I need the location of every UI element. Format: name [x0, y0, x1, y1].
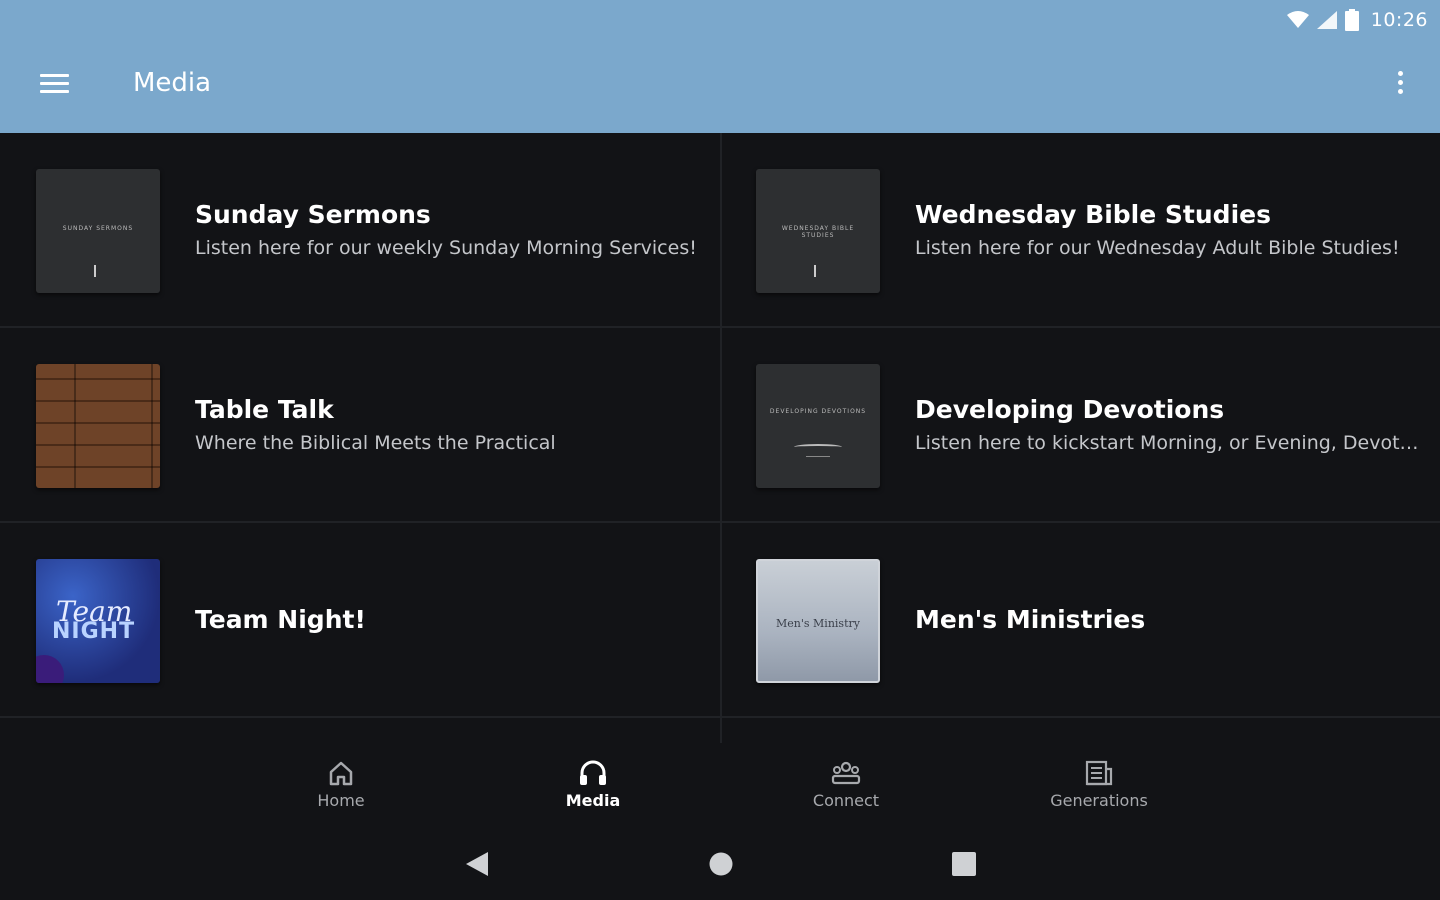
- thumbnail-text: WEDNESDAY BIBLE STUDIES: [781, 225, 855, 239]
- newspaper-icon: [1085, 760, 1113, 786]
- media-item-title: Wednesday Bible Studies: [915, 200, 1271, 229]
- thumbnail-text: DEVELOPING DEVOTIONS: [769, 408, 867, 415]
- media-grid: SUNDAY SERMONS Sunday Sermons Listen her…: [0, 133, 1440, 743]
- tab-media[interactable]: Media: [513, 757, 673, 821]
- signal-icon: [1316, 11, 1337, 29]
- media-thumbnail: DEVELOPING DEVOTIONS: [756, 364, 880, 488]
- page-title: Media: [133, 68, 212, 98]
- system-navigation-bar: [0, 825, 1440, 900]
- media-item-subtitle: Listen here to kickstart Morning, or Eve…: [915, 432, 1420, 454]
- media-item-title: Sunday Sermons: [195, 200, 431, 229]
- tab-label: Generations: [1050, 791, 1148, 810]
- thumbnail-dash: [806, 456, 830, 457]
- more-vert-icon[interactable]: [1390, 66, 1410, 102]
- media-item-wednesday-bible-studies[interactable]: WEDNESDAY BIBLE STUDIES Wednesday Bible …: [720, 133, 1440, 328]
- media-item-subtitle: Listen here for our Wednesday Adult Bibl…: [915, 237, 1400, 259]
- tab-label: Home: [317, 791, 365, 810]
- media-thumbnail: SUNDAY SERMONS: [36, 169, 160, 293]
- thumbnail-text: Men's Ministry: [776, 617, 860, 630]
- home-icon: [329, 761, 353, 786]
- home-circle-icon[interactable]: [708, 851, 734, 877]
- media-item-title: Table Talk: [195, 395, 334, 424]
- back-icon[interactable]: [464, 851, 490, 877]
- thumbnail-mark: [94, 265, 98, 277]
- media-item-developing-devotions[interactable]: DEVELOPING DEVOTIONS Developing Devotion…: [720, 328, 1440, 523]
- media-item-subtitle: Listen here for our weekly Sunday Mornin…: [195, 237, 697, 259]
- bottom-navigation: Home Media Connect Generations: [0, 743, 1440, 825]
- hamburger-menu-icon[interactable]: [30, 66, 78, 106]
- tab-home[interactable]: Home: [261, 757, 421, 821]
- media-item-mens-ministries[interactable]: Men's Ministry Men's Ministries: [720, 523, 1440, 718]
- thumbnail-text: SUNDAY SERMONS: [62, 225, 134, 232]
- headphones-icon: [580, 760, 606, 785]
- media-item-title: Developing Devotions: [915, 395, 1225, 424]
- people-icon: [831, 761, 861, 785]
- media-item-team-night[interactable]: Team NIGHT Team Night!: [0, 523, 720, 718]
- media-thumbnail: Team NIGHT: [36, 559, 160, 683]
- tab-label: Media: [565, 791, 621, 810]
- tab-generations[interactable]: Generations: [1019, 757, 1179, 821]
- status-bar: 10:26: [1286, 6, 1428, 34]
- media-thumbnail: Men's Ministry: [756, 559, 880, 683]
- media-item-table-talk[interactable]: Table Talk Where the Biblical Meets the …: [0, 328, 720, 523]
- thumbnail-text: NIGHT: [52, 619, 136, 644]
- thumbnail-corner: [36, 655, 64, 683]
- thumbnail-arc: [794, 444, 842, 450]
- app-bar: 10:26 Media: [0, 0, 1440, 133]
- tab-connect[interactable]: Connect: [766, 757, 926, 821]
- thumbnail-mark: [814, 265, 818, 277]
- media-item-title: Team Night!: [195, 605, 366, 634]
- recents-icon[interactable]: [951, 851, 977, 877]
- tab-label: Connect: [812, 791, 880, 810]
- media-thumbnail: WEDNESDAY BIBLE STUDIES: [756, 169, 880, 293]
- media-item-sunday-sermons[interactable]: SUNDAY SERMONS Sunday Sermons Listen her…: [0, 133, 720, 328]
- battery-icon: [1344, 9, 1359, 31]
- media-thumbnail: [36, 364, 160, 488]
- media-item-title: Men's Ministries: [915, 605, 1146, 634]
- media-item-subtitle: Where the Biblical Meets the Practical: [195, 432, 556, 454]
- wifi-icon: [1286, 11, 1309, 28]
- status-time: 10:26: [1370, 9, 1428, 31]
